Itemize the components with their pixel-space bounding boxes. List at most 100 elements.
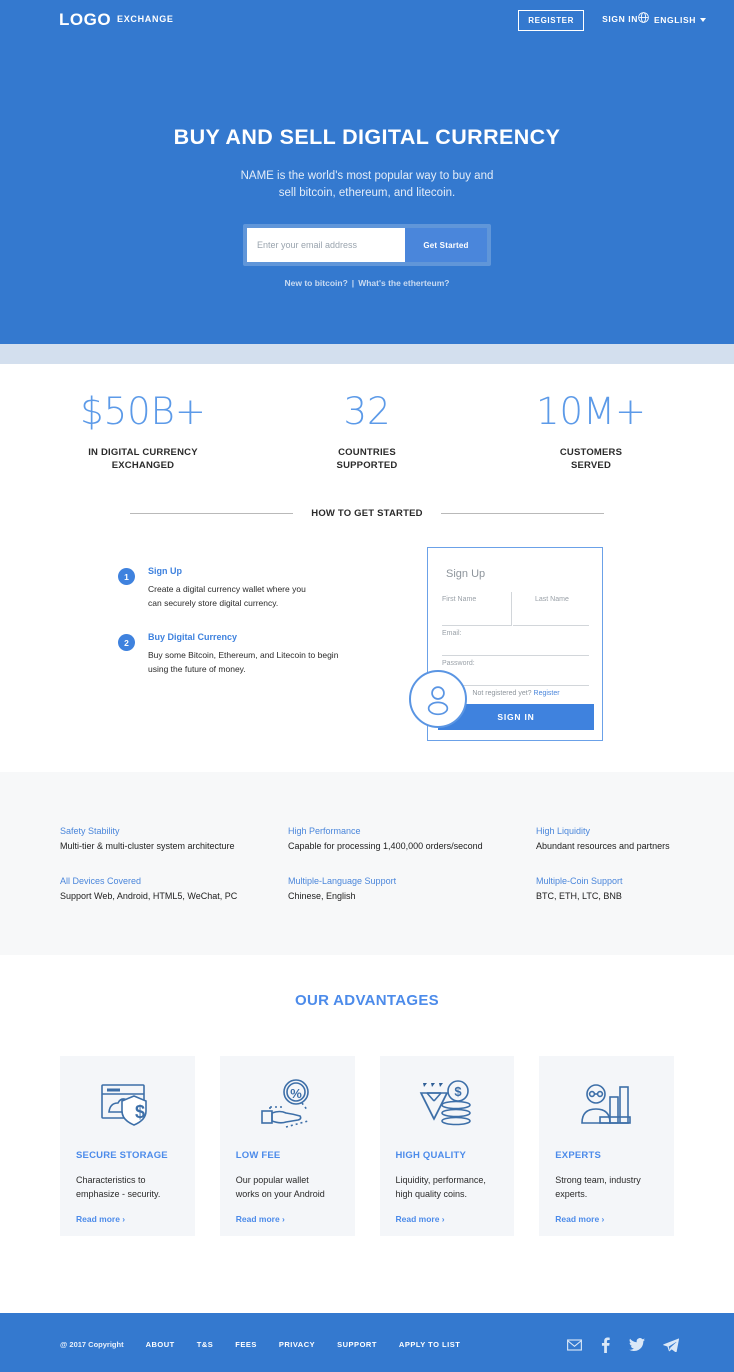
hero-subtitle-line1: NAME is the world's most popular way to … (240, 170, 494, 182)
advantage-card: EXPERTS Strong team, industry experts. R… (539, 1056, 674, 1236)
feature-desc: Abundant resources and partners (536, 841, 670, 851)
new-to-bitcoin-link[interactable]: New to bitcoin? (285, 278, 348, 288)
advantage-title: SECURE STORAGE (76, 1150, 168, 1161)
advantage-desc-line1: Our popular wallet (235, 1175, 309, 1185)
footer-link-fees[interactable]: FEES (235, 1340, 257, 1349)
email-icon[interactable] (567, 1339, 582, 1351)
register-prompt-text: Not registered yet? (472, 690, 532, 697)
footer-link-apply-to-list[interactable]: APPLY TO LIST (399, 1340, 460, 1349)
nav-item-exchange[interactable]: EXCHANGE (117, 14, 174, 24)
read-more-link[interactable]: Read more › (396, 1214, 499, 1224)
landing-page: LOGO EXCHANGE REGISTER SIGN IN ENGLISH B… (0, 0, 734, 1372)
step-item: 2 Buy Digital Currency Buy some Bitcoin,… (118, 632, 358, 676)
language-label: ENGLISH (654, 15, 696, 25)
feature-item: Multiple-Language Support Chinese, Engli… (288, 876, 536, 901)
advantage-desc-line1: Characteristics to (76, 1175, 146, 1185)
what-is-ethereum-link[interactable]: What's the etherteum? (358, 278, 449, 288)
step-description: Create a digital currency wallet where y… (148, 582, 306, 610)
hero-helper-links: New to bitcoin? | What's the etherteum? (0, 278, 734, 288)
register-link[interactable]: Register (534, 690, 560, 697)
advantage-desc: Characteristics to emphasize - security. (76, 1173, 179, 1201)
advantage-desc: Liquidity, performance, high quality coi… (396, 1173, 499, 1201)
feature-title: High Liquidity (536, 826, 591, 836)
password-field[interactable]: Password: (442, 656, 589, 686)
signin-link[interactable]: SIGN IN (602, 14, 638, 24)
read-more-link[interactable]: Read more › (555, 1214, 658, 1224)
footer-links: @ 2017 Copyright ABOUT T&S FEES PRIVACY … (60, 1340, 460, 1349)
facebook-icon[interactable] (600, 1337, 611, 1353)
feature-item: Multiple-Coin Support BTC, ETH, LTC, BNB (536, 876, 678, 901)
step-number-badge: 2 (118, 634, 135, 651)
stat-item: 10M+ CUSTOMERS SERVED (515, 390, 667, 472)
stat-label: COUNTRIES SUPPORTED (291, 446, 443, 472)
features-section: Safety Stability Multi-tier & multi-clus… (0, 772, 734, 955)
step-desc-line2: can securely store digital currency. (148, 598, 279, 608)
advantage-desc: Our popular wallet works on your Android (236, 1173, 339, 1201)
link-separator: | (351, 278, 355, 288)
chevron-down-icon (700, 18, 706, 22)
how-to-get-started-heading: HOW TO GET STARTED (0, 508, 734, 519)
user-avatar-icon (427, 686, 449, 716)
advantage-desc-line2: works on your Android (235, 1189, 325, 1199)
twitter-icon[interactable] (629, 1338, 645, 1352)
feature-title: Multiple-Language Support (288, 876, 397, 886)
advantage-title: LOW FEE (235, 1150, 281, 1161)
page-title: BUY AND SELL DIGITAL CURRENCY (173, 125, 561, 149)
email-input[interactable] (247, 228, 405, 262)
hero-subtitle-line2: sell bitcoin, ethereum, and litecoin. (278, 187, 456, 199)
email-field[interactable]: Email: (442, 626, 589, 656)
stat-label: CUSTOMERS SERVED (515, 446, 667, 472)
language-selector[interactable]: ENGLISH (637, 11, 706, 29)
step-item: 1 Sign Up Create a digital currency wall… (118, 566, 358, 610)
advantage-card: $ HIGH QUALITY Liquidity, performance, h… (379, 1056, 515, 1236)
features-grid: Safety Stability Multi-tier & multi-clus… (60, 826, 678, 901)
feature-title: High Performance (288, 826, 361, 836)
advantages-grid: $ SECURE STORAGE Characteristics to emph… (60, 1056, 674, 1236)
feature-desc: Capable for processing 1,400,000 orders/… (288, 841, 483, 851)
advantages-heading: OUR ADVANTAGES (295, 992, 439, 1009)
hero-bottom-band (0, 344, 734, 364)
step-title[interactable]: Sign Up (148, 566, 306, 576)
footer-link-ts[interactable]: T&S (197, 1340, 214, 1349)
last-name-field[interactable]: Last Name (513, 592, 589, 626)
footer-link-about[interactable]: ABOUT (146, 1340, 175, 1349)
feature-title: Multiple-Coin Support (536, 876, 623, 886)
email-signup-form: Get Started (243, 224, 491, 266)
advantage-card: $ SECURE STORAGE Characteristics to emph… (60, 1056, 195, 1236)
step-desc-line1: Buy some Bitcoin, Ethereum, and Litecoin… (148, 650, 339, 660)
feature-desc: Support Web, Android, HTML5, WeChat, PC (60, 891, 238, 901)
step-description: Buy some Bitcoin, Ethereum, and Litecoin… (148, 648, 338, 676)
advantage-desc-line2: high quality coins. (395, 1189, 468, 1199)
get-started-button[interactable]: Get Started (405, 228, 487, 262)
footer-link-privacy[interactable]: PRIVACY (279, 1340, 315, 1349)
advantage-desc-line2: experts. (555, 1189, 588, 1199)
browser-shield-dollar-icon: $ (76, 1074, 179, 1136)
step-title[interactable]: Buy Digital Currency (148, 632, 338, 642)
stat-item: 32 COUNTRIES SUPPORTED (291, 390, 443, 472)
feature-title: All Devices Covered (60, 876, 142, 886)
brand-logo[interactable]: LOGO (59, 10, 111, 30)
stat-value: $50B+ (80, 390, 206, 433)
advantage-title: EXPERTS (555, 1150, 601, 1161)
stat-item: $50B+ IN DIGITAL CURRENCY EXCHANGED (67, 390, 219, 472)
how-to-label: HOW TO GET STARTED (311, 508, 423, 519)
feature-item: Safety Stability Multi-tier & multi-clus… (60, 826, 288, 851)
stats-section: $50B+ IN DIGITAL CURRENCY EXCHANGED 32 C… (0, 390, 734, 472)
advantage-title: HIGH QUALITY (395, 1150, 466, 1161)
signup-card-title: Sign Up (446, 568, 486, 580)
advantage-desc-line1: Strong team, industry (555, 1175, 641, 1185)
step-desc-line2: using the future of money. (148, 664, 246, 674)
feature-item: All Devices Covered Support Web, Android… (60, 876, 288, 901)
read-more-link[interactable]: Read more › (76, 1214, 179, 1224)
read-more-link[interactable]: Read more › (236, 1214, 339, 1224)
first-name-field[interactable]: First Name (442, 592, 512, 626)
hero-subtitle: NAME is the world's most popular way to … (0, 168, 734, 202)
stat-value: 32 (343, 390, 391, 433)
footer-link-support[interactable]: SUPPORT (337, 1340, 377, 1349)
hero-section: LOGO EXCHANGE REGISTER SIGN IN ENGLISH B… (0, 0, 734, 344)
register-button[interactable]: REGISTER (518, 10, 584, 31)
globe-icon (637, 11, 650, 29)
telegram-icon[interactable] (663, 1338, 679, 1352)
footer: @ 2017 Copyright ABOUT T&S FEES PRIVACY … (0, 1313, 734, 1372)
stat-label-line2: SERVED (570, 460, 612, 471)
